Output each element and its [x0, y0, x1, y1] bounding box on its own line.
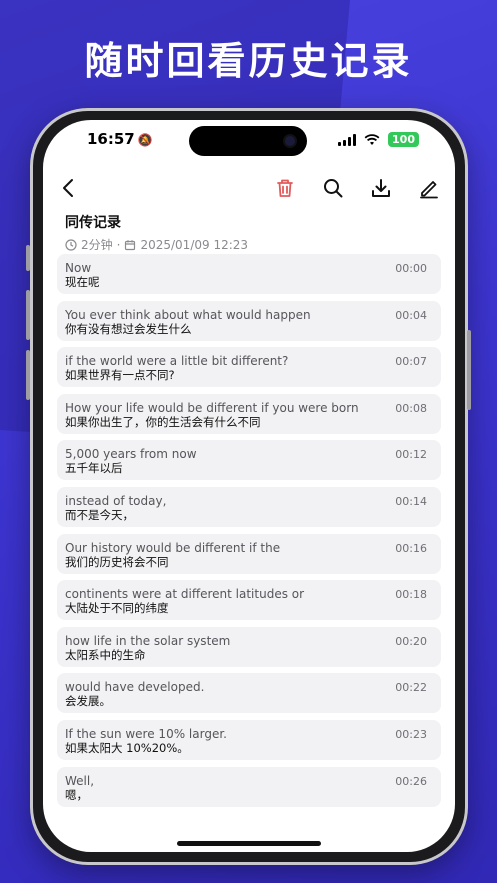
record-meta: 2分钟 · 2025/01/09 12:23	[65, 236, 248, 253]
status-time: 16:57 🔕	[87, 130, 153, 148]
translated-text: 如果你出生了，你的生活会有什么不同	[65, 414, 261, 429]
timestamp: 00:14	[395, 494, 427, 508]
meta-separator: ·	[116, 237, 121, 252]
list-item[interactable]: instead of today, 而不是今天， 00:14	[57, 486, 441, 527]
chevron-left-icon[interactable]	[57, 176, 81, 200]
source-text: Well,	[65, 773, 95, 788]
list-item[interactable]: Our history would be different if the 我们的…	[57, 533, 441, 574]
phone-volume-up	[26, 290, 30, 340]
transcript-list: Now 现在呢 00:00 You ever think about what wou…	[57, 254, 441, 813]
timestamp: 00:04	[395, 308, 427, 322]
record-duration: 2分钟	[81, 238, 113, 252]
translated-text: 嗯，	[65, 787, 88, 802]
timestamp: 00:00	[395, 262, 427, 275]
camera-icon	[285, 136, 295, 146]
list-item[interactable]: 5,000 years from now 五千年以后 00:12	[57, 440, 441, 481]
list-item[interactable]: You ever think about what would happen 你有…	[57, 300, 441, 341]
timestamp: 00:18	[395, 588, 427, 602]
clock-icon	[65, 238, 77, 251]
toolbar	[43, 172, 455, 204]
status-indicators: 100	[338, 132, 419, 147]
search-icon[interactable]	[321, 176, 345, 200]
translated-text: 太阳系中的生命	[65, 647, 146, 662]
timestamp: 00:23	[395, 727, 427, 741]
timestamp: 00:08	[395, 401, 427, 415]
list-item[interactable]: continents were at different latitudes o…	[57, 580, 441, 621]
timestamp: 00:26	[395, 774, 427, 788]
wifi-icon	[364, 133, 380, 145]
source-text: how life in the solar system	[65, 633, 231, 648]
timestamp: 00:22	[395, 681, 427, 695]
source-text: would have developed.	[65, 680, 205, 695]
phone-power-button	[467, 330, 471, 410]
record-header: 同传记录 2分钟 · 2025/01/09 12:23	[65, 212, 248, 253]
source-text: If the sun were 10% larger.	[65, 726, 227, 741]
source-text: instead of today,	[65, 493, 167, 508]
timestamp: 00:20	[395, 634, 427, 648]
translated-text: 大陆处于不同的纬度	[65, 601, 169, 616]
download-icon[interactable]	[369, 176, 393, 200]
phone-screen: 16:57 🔕 100 同传记录 2分钟 · 2025/01/09 12:23 …	[43, 120, 455, 852]
translated-text: 我们的历史将会不同	[65, 554, 169, 569]
source-text: How your life would be different if you …	[65, 400, 359, 415]
source-text: You ever think about what would happen	[65, 307, 311, 322]
calendar-icon	[125, 239, 136, 250]
source-text: continents were at different latitudes o…	[65, 587, 305, 602]
timestamp: 00:12	[395, 448, 427, 462]
list-item[interactable]: if the world were a little bit different…	[57, 347, 441, 388]
list-item[interactable]: If the sun were 10% larger. 如果太阳大 10%20%。…	[57, 719, 441, 760]
source-text: if the world were a little bit different…	[65, 354, 289, 369]
source-text: Now	[65, 261, 92, 275]
translated-text: 五千年以后	[65, 461, 123, 476]
list-item[interactable]: Well, 嗯， 00:26	[57, 766, 441, 807]
list-item[interactable]: Now 现在呢 00:00	[57, 254, 441, 294]
phone-volume-down	[26, 350, 30, 400]
phone-mute-switch	[26, 245, 30, 271]
list-item[interactable]: How your life would be different if you …	[57, 393, 441, 434]
source-text: Our history would be different if the	[65, 540, 281, 555]
list-item[interactable]: would have developed. 会发展。 00:22	[57, 673, 441, 714]
pencil-icon[interactable]	[417, 176, 441, 200]
record-title: 同传记录	[65, 215, 121, 231]
home-indicator	[177, 841, 321, 846]
trash-icon[interactable]	[273, 176, 297, 200]
translated-text: 如果世界有一点不同?	[65, 368, 175, 383]
source-text: 5,000 years from now	[65, 447, 197, 462]
timestamp: 00:07	[395, 355, 427, 369]
timestamp: 00:16	[395, 541, 427, 555]
translated-text: 而不是今天，	[65, 507, 134, 522]
translated-text: 如果太阳大 10%20%。	[65, 740, 189, 755]
battery-indicator: 100	[388, 132, 419, 147]
list-item[interactable]: how life in the solar system 太阳系中的生命 00:20	[57, 626, 441, 667]
translated-text: 你有没有想过会发生什么	[65, 321, 192, 336]
record-datetime: 2025/01/09 12:23	[140, 237, 249, 252]
translated-text: 现在呢	[65, 275, 100, 289]
status-time-text: 16:57	[87, 130, 135, 148]
bell-muted-icon: 🔕	[137, 133, 153, 147]
dynamic-island	[189, 126, 307, 156]
cellular-signal-icon	[338, 133, 357, 146]
promo-headline: 随时回看历史记录	[84, 39, 413, 83]
translated-text: 会发展。	[65, 694, 111, 709]
